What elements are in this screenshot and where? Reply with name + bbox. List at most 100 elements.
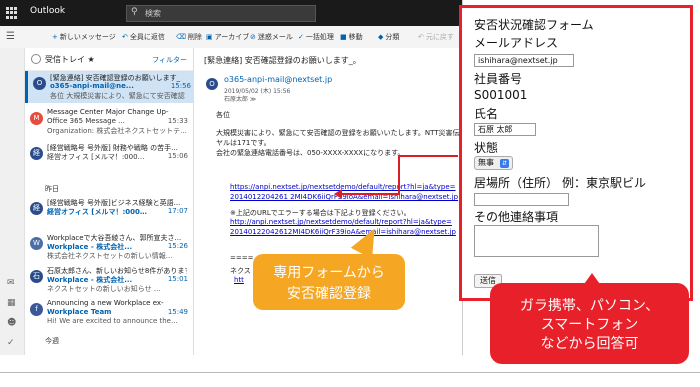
body-line: 大規模災害により、緊急にて安否確認の登録をお願いいたします。NTT災害伝言ダイ [216, 129, 462, 137]
list-item[interactable]: 経 [経営戦略号 号外版] 財務や戦略 の苦手... 経営オフィス [メルマ！:… [25, 141, 193, 173]
list-item[interactable]: 経 [経営戦略号 号外版]ビジネス経験と英語... 経営オフィス [メルマ！:0… [25, 196, 193, 228]
reply-all-label: 全員に返信 [129, 33, 165, 41]
location-example: 例：東京駅ビル [562, 176, 647, 190]
new-message-label: 新しいメッセージ [59, 33, 116, 41]
move-button[interactable]: ■ 移動 [340, 32, 363, 42]
avatar: M [30, 112, 43, 125]
message-sender: 経営オフィス [メルマ！:000… [47, 153, 145, 161]
top-bar: Outlook ⚲ 検索 [0, 0, 462, 26]
message-subject: Announcing a new Workplace ex- [47, 299, 164, 307]
sweep-label: 一括処理 [305, 33, 334, 41]
message-time: 15:56 [170, 82, 191, 90]
message-sender: o365-anpi-mail@ne... [50, 82, 134, 90]
message-time: 15:49 [167, 308, 188, 316]
safety-form-panel: 安否状況確認フォーム メールアドレス ishihara@nextset.jp 社… [459, 5, 693, 301]
name-field[interactable]: 石原 太郎 [474, 123, 536, 136]
left-rail: ✉ ▦ ☻ ✓ [0, 48, 25, 355]
message-time: 15:01 [167, 275, 188, 283]
body-note: ※上記のURLでエラーする場合は下記より登録ください。 [230, 209, 411, 217]
move-label: 移動 [348, 33, 363, 41]
message-recipient[interactable]: 石原太郎 ≫ [224, 94, 256, 103]
undo-label: 元に戻す [425, 33, 454, 41]
mail-icon[interactable]: ✉ [7, 278, 15, 288]
message-preview: ネクストセットの新しいお知らせ ... [47, 285, 161, 293]
sweep-button[interactable]: ✓ 一括処理 [298, 32, 334, 42]
reply-all-button[interactable]: ↶ 全員に返信 [122, 32, 165, 42]
sweep-icon: ✓ [298, 33, 304, 41]
anpi-link[interactable]: https://anpi.nextset.jp/nextsetdemo/defa… [230, 183, 456, 191]
message-preview: 株式会社ネクストセットの新しい情報... [47, 252, 173, 260]
avatar: O [206, 78, 218, 90]
junk-button[interactable]: ⊘ 迷惑メール [250, 32, 293, 42]
other-info-textarea[interactable] [474, 225, 599, 257]
status-label: 状態 [474, 141, 499, 155]
archive-label: アーカイブ [214, 33, 250, 41]
employee-id-value: S001001 [474, 88, 528, 102]
callout-text: 専用フォームから [273, 265, 385, 281]
list-item[interactable]: O [緊急連絡] 安否確認登録のお願いします_ o365-anpi-mail@n… [25, 71, 193, 103]
categorize-button[interactable]: ◆ 分類 [378, 32, 399, 42]
delete-button[interactable]: ⌫ 削除 [176, 32, 202, 42]
list-item[interactable]: 石 石原太郎さん、新しいお知らせ8件があります Workplace - 株式会社… [25, 264, 193, 296]
archive-icon: ▣ [206, 33, 213, 41]
trash-icon: ⌫ [176, 33, 186, 41]
search-placeholder: 検索 [145, 9, 161, 18]
filter-button[interactable]: フィルター [152, 55, 187, 65]
anpi-alt-link[interactable]: 20140122042612MI4DK6iiQrF39ioA&email=ish… [230, 228, 456, 236]
sender-address[interactable]: o365-anpi-mail@nextset.jp [224, 75, 332, 84]
list-item[interactable]: f Announcing a new Workplace ex- Workpla… [25, 297, 193, 329]
archive-button[interactable]: ▣ アーカイブ [206, 32, 249, 42]
undo-icon: ↶ [418, 33, 424, 41]
connector-arrow [398, 155, 458, 157]
footer-text: ネクス [230, 267, 251, 275]
divider [0, 372, 700, 373]
tag-icon: ◆ [378, 33, 384, 41]
location-field[interactable] [474, 193, 569, 206]
list-item[interactable]: M Message Center Major Change Up- Office… [25, 106, 193, 138]
search-icon: ⚲ [131, 7, 138, 17]
separator-text: ==== [230, 254, 254, 262]
connector-arrow [340, 193, 400, 195]
select-all-checkbox[interactable] [31, 54, 41, 64]
avatar: 経 [30, 147, 43, 160]
menu-icon[interactable]: ☰ [6, 31, 15, 42]
footer-link[interactable]: htt [234, 276, 244, 284]
anpi-alt-link[interactable]: http://anpi.nextset.jp/nextsetdemo/defau… [230, 218, 452, 226]
message-sender: Workplace Team [47, 308, 112, 316]
group-label-yesterday: 昨日 [45, 185, 59, 193]
people-icon[interactable]: ☻ [7, 318, 16, 328]
body-line: ヤルは171です。 [216, 139, 271, 147]
status-value: 無事 [478, 158, 494, 167]
connector-arrow [398, 155, 400, 195]
search-input[interactable]: ⚲ 検索 [126, 5, 316, 22]
message-time: 15:26 [167, 242, 188, 250]
delete-label: 削除 [187, 33, 202, 41]
message-preview: Hi! We are excited to announce the... [47, 317, 178, 325]
callout-text: などから回答可 [540, 336, 639, 352]
junk-label: 迷惑メール [257, 33, 293, 41]
message-time: 15:33 [167, 117, 188, 125]
group-label-this-week: 今週 [45, 337, 59, 345]
status-select[interactable]: 無事 ⇵ [474, 156, 513, 170]
avatar: 経 [30, 202, 43, 215]
command-toolbar: ☰ + 新しいメッセージ ↶ 全員に返信 ⌫ 削除 ▣ アーカイブ ⊘ 迷惑メール ✓ 一括… [0, 26, 462, 49]
todo-icon[interactable]: ✓ [7, 338, 15, 348]
email-label: メールアドレス [474, 36, 559, 50]
form-title: 安否状況確認フォーム [474, 18, 594, 32]
calendar-icon[interactable]: ▦ [7, 298, 16, 308]
list-item[interactable]: W Workplaceで大谷吾綾さん、郭所宣夫さ... Workplace - … [25, 231, 193, 263]
name-label: 氏名 [474, 107, 499, 121]
message-list: 受信トレイ ★ フィルター O [緊急連絡] 安否確認登録のお願いします_ o3… [25, 48, 194, 355]
avatar: W [30, 237, 43, 250]
avatar: O [33, 77, 46, 90]
app-launcher-icon[interactable] [6, 7, 18, 19]
avatar: f [30, 303, 43, 316]
new-message-button[interactable]: + 新しいメッセージ [52, 32, 116, 42]
list-header: 受信トレイ ★ フィルター [25, 48, 193, 71]
message-preview: 各位 大規模災害により、緊急にて安否確認 [50, 92, 185, 100]
body-line: 会社の緊急連絡電話番号は、050-XXXX-XXXXになります。 [216, 149, 405, 157]
undo-button[interactable]: ↶ 元に戻す [418, 32, 454, 42]
callout-red: ガラ携帯、パソコン、 スマートフォン などから回答可 [490, 283, 689, 364]
callout-text: 安否確認登録 [287, 286, 371, 302]
email-field[interactable]: ishihara@nextset.jp [474, 54, 574, 67]
